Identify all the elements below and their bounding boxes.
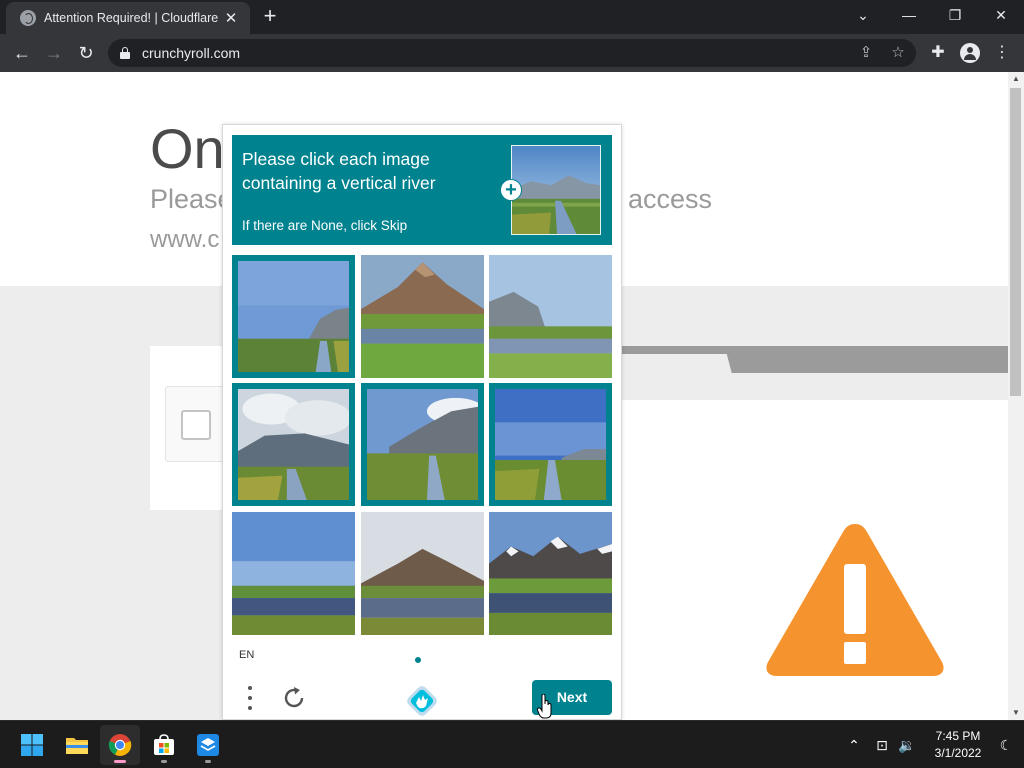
store-icon[interactable] <box>144 725 184 765</box>
more-vert-icon[interactable]: ⋮ <box>992 43 1012 63</box>
hcaptcha-logo-icon[interactable] <box>406 685 438 717</box>
captcha-tile[interactable] <box>489 255 612 378</box>
more-vert-icon[interactable] <box>243 685 257 711</box>
clock-time: 7:45 PM <box>935 729 981 743</box>
network-icon[interactable]: ⊡ <box>872 735 892 755</box>
close-icon[interactable]: ✕ <box>222 9 240 27</box>
app-icon[interactable] <box>188 725 228 765</box>
avatar-icon[interactable] <box>960 43 980 63</box>
url-text[interactable]: crunchyroll.com <box>142 45 240 61</box>
screen: Attention Required! | Cloudflare ✕ + ⌄ —… <box>0 0 1024 768</box>
expand-example-button[interactable]: + <box>500 179 522 201</box>
lock-icon[interactable] <box>120 47 130 59</box>
globe-icon <box>20 10 36 26</box>
windows-start-icon[interactable] <box>12 725 52 765</box>
captcha-tile[interactable] <box>489 383 612 506</box>
restore-icon[interactable]: ❐ <box>932 0 978 30</box>
tab-title: Attention Required! | Cloudflare <box>44 11 219 25</box>
browser-tab[interactable]: Attention Required! | Cloudflare ✕ <box>6 2 250 34</box>
page-heading: On <box>150 117 225 180</box>
challenge-prompt: Please click each image containing a ver… <box>232 135 612 245</box>
captcha-tile[interactable] <box>232 255 355 378</box>
chevron-down-icon[interactable]: ⌄ <box>840 0 886 30</box>
moon-icon[interactable]: ☾ <box>996 735 1016 755</box>
page-url-text: www.c <box>150 226 220 253</box>
clock-date: 3/1/2022 <box>934 746 982 760</box>
page-indicator <box>415 657 421 663</box>
captcha-checkbox[interactable] <box>181 410 211 440</box>
close-icon[interactable]: ✕ <box>978 0 1024 30</box>
puzzle-icon[interactable]: ✚ <box>928 43 948 63</box>
captcha-tile[interactable] <box>232 383 355 506</box>
captcha-tile[interactable] <box>232 512 355 635</box>
plus-icon[interactable]: + <box>258 4 282 28</box>
share-icon[interactable]: ⇪ <box>856 43 876 63</box>
language-selector[interactable]: EN <box>239 649 254 661</box>
prompt-text: Please click each image containing a ver… <box>242 149 436 193</box>
skip-hint: If there are None, click Skip <box>242 218 408 233</box>
refresh-icon[interactable] <box>281 685 307 711</box>
browser-toolbar: ← → ↻ crunchyroll.com ⇪ ☆ ✚ ⋮ <box>0 34 1024 72</box>
forward-arrow-icon[interactable]: → <box>42 41 66 65</box>
hand-cursor-icon <box>537 694 552 719</box>
taskbar: ⌃ ⊡ 🔉 7:45 PM 3/1/2022 ☾ <box>0 720 1024 768</box>
minimize-icon[interactable]: — <box>886 0 932 30</box>
scroll-down-icon[interactable]: ▼ <box>1008 706 1024 720</box>
captcha-tile[interactable] <box>361 383 484 506</box>
page-viewport: On Please access www.c ▲ ▼ Please click … <box>0 72 1024 720</box>
warning-icon <box>766 524 944 676</box>
chrome-icon[interactable] <box>100 725 140 765</box>
hcaptcha-challenge: Please click each image containing a ver… <box>222 124 622 720</box>
scroll-up-icon[interactable]: ▲ <box>1008 72 1024 86</box>
star-icon[interactable]: ☆ <box>888 43 908 63</box>
captcha-tile[interactable] <box>361 255 484 378</box>
captcha-tile[interactable] <box>361 512 484 635</box>
volume-icon[interactable]: 🔉 <box>897 735 917 755</box>
address-bar[interactable]: crunchyroll.com ⇪ ☆ <box>108 39 916 67</box>
example-image[interactable] <box>511 145 601 235</box>
captcha-tile[interactable] <box>489 512 612 635</box>
tab-strip: Attention Required! | Cloudflare ✕ + ⌄ —… <box>0 0 1024 34</box>
file-explorer-icon[interactable] <box>57 725 97 765</box>
reload-icon[interactable]: ↻ <box>74 41 98 65</box>
chevron-up-icon[interactable]: ⌃ <box>844 735 864 755</box>
scrollbar-thumb[interactable] <box>1010 88 1021 396</box>
clock[interactable]: 7:45 PM 3/1/2022 <box>924 728 992 762</box>
page-subtext-right: access <box>628 184 713 214</box>
back-arrow-icon[interactable]: ← <box>10 41 34 65</box>
page-subtext: Please <box>150 184 233 214</box>
